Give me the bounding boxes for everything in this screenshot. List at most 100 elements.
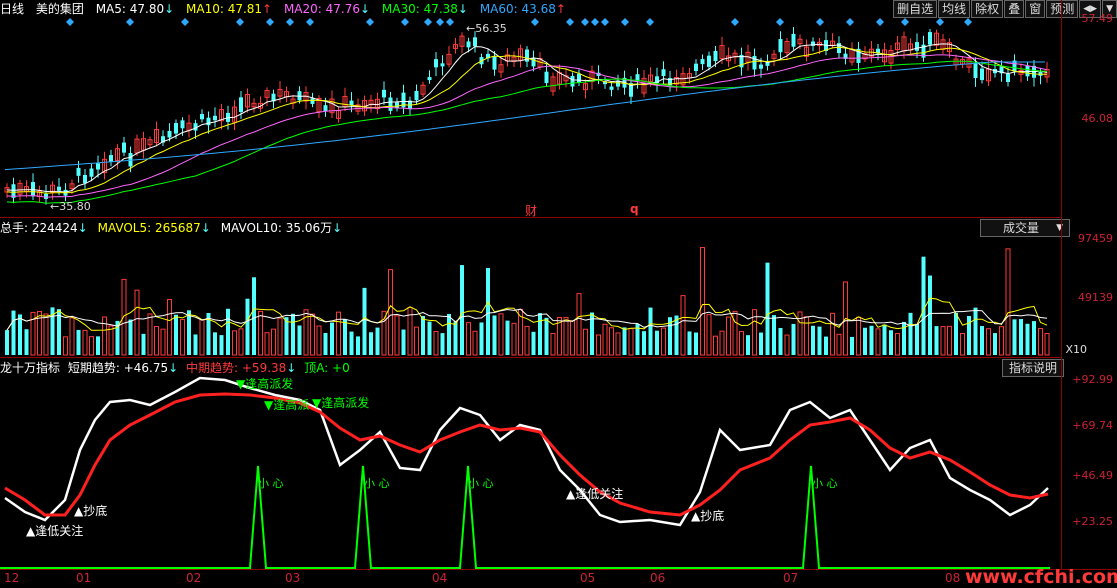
signal-diamond	[646, 18, 654, 26]
volume-bar	[622, 327, 627, 355]
financial-report-marker[interactable]: 财	[525, 202, 537, 219]
volume-bar	[24, 329, 29, 355]
volume-bar	[18, 314, 22, 355]
ind-axis-1: +92.99	[1072, 373, 1113, 386]
volume-bar	[778, 327, 783, 355]
candle-body	[713, 50, 718, 62]
volume-bar	[655, 330, 659, 355]
volume-axis-scale: X10	[1065, 343, 1087, 356]
volume-bar	[811, 325, 815, 355]
volume-bar	[193, 334, 198, 355]
careful-label-3: 小 心	[468, 477, 494, 490]
volume-bar	[940, 326, 946, 356]
signal-diamond-row	[66, 18, 972, 26]
volume-bar	[531, 331, 536, 355]
volume-bar	[134, 289, 140, 356]
candle-body	[661, 69, 666, 77]
attention-label-1: ▲逢低关注	[26, 524, 84, 538]
volume-bar	[147, 313, 153, 356]
volume-bar	[226, 308, 230, 355]
volume-bar	[993, 333, 997, 355]
volume-bar	[291, 313, 295, 355]
volume-bar	[875, 328, 881, 356]
volume-bar	[680, 295, 686, 356]
month-label: 04	[432, 571, 448, 585]
escape-label-2: ▼逢高派	[264, 398, 310, 412]
volume-bar	[82, 329, 88, 356]
candle-body	[96, 163, 100, 170]
volume-bar	[817, 326, 822, 355]
signal-diamond	[846, 18, 854, 26]
signal-diamond	[401, 18, 409, 26]
volume-bar	[1019, 319, 1023, 355]
candle-body	[1006, 73, 1010, 82]
volume-bar	[63, 336, 68, 356]
candle-body	[89, 168, 94, 177]
candle-body	[427, 77, 432, 81]
volume-bar	[1005, 248, 1011, 356]
volume-bar	[5, 330, 9, 355]
volume-bar	[498, 313, 504, 356]
volume-bar	[433, 331, 439, 356]
candle-body	[973, 63, 978, 78]
candle-body	[206, 117, 211, 126]
volume-bar	[421, 316, 425, 355]
candle-body	[11, 184, 16, 198]
candle-body	[109, 155, 113, 162]
volume-bar	[401, 329, 406, 355]
volume-bar	[544, 317, 549, 355]
volume-bar	[479, 322, 484, 355]
candle-body	[980, 68, 984, 81]
volume-bar	[472, 330, 478, 356]
volume-bar	[277, 317, 283, 356]
signal-diamond	[286, 18, 294, 26]
volume-chart	[5, 247, 1050, 356]
volume-bar	[583, 328, 588, 356]
volume-bar	[615, 332, 621, 356]
watermark: www.cfchi.com	[965, 566, 1117, 588]
candle-body	[239, 97, 243, 113]
volume-bar	[447, 313, 451, 355]
signal-diamond	[591, 18, 599, 26]
volume-bar	[772, 315, 776, 355]
volume-bar	[674, 315, 679, 355]
month-label: 05	[580, 571, 596, 585]
volume-bar	[550, 332, 556, 356]
volume-bar	[219, 335, 224, 355]
bottom-label-1: ▲抄底	[74, 504, 108, 518]
candle-body	[778, 39, 783, 53]
candle-body	[473, 37, 477, 47]
month-label: 06	[650, 571, 666, 585]
candle-body	[76, 167, 81, 176]
q-marker[interactable]: q	[630, 202, 639, 216]
volume-bar	[343, 319, 347, 355]
volume-bar	[824, 336, 828, 355]
volume-bar	[69, 317, 75, 356]
signal-diamond	[876, 18, 884, 26]
volume-bar	[863, 327, 867, 355]
volume-bar	[869, 325, 874, 355]
volume-bar	[739, 331, 744, 356]
candle-body	[759, 64, 763, 69]
volume-bar	[264, 332, 270, 356]
low-price-marker: ←35.80	[50, 200, 91, 213]
mavol5-line	[6, 297, 1048, 331]
volume-bar	[1012, 319, 1017, 355]
volume-bar	[804, 316, 809, 356]
escape-label-3: ▼逢高派发	[312, 396, 370, 410]
candle-body	[434, 59, 438, 68]
volume-bar	[563, 316, 569, 356]
volume-bar	[628, 328, 634, 356]
month-label: 07	[783, 571, 799, 585]
month-label: 12	[4, 571, 20, 585]
volume-bar	[687, 331, 692, 355]
volume-bar	[596, 334, 601, 356]
short-trend-line	[4, 376, 1049, 527]
candle-body	[577, 73, 581, 83]
volume-bar	[915, 323, 919, 355]
chart-canvas[interactable]	[0, 0, 1062, 588]
ind-axis-3: +46.49	[1072, 469, 1113, 482]
volume-bar	[76, 329, 81, 355]
signal-diamond	[266, 18, 274, 26]
ind-axis-4: +23.25	[1072, 515, 1113, 528]
